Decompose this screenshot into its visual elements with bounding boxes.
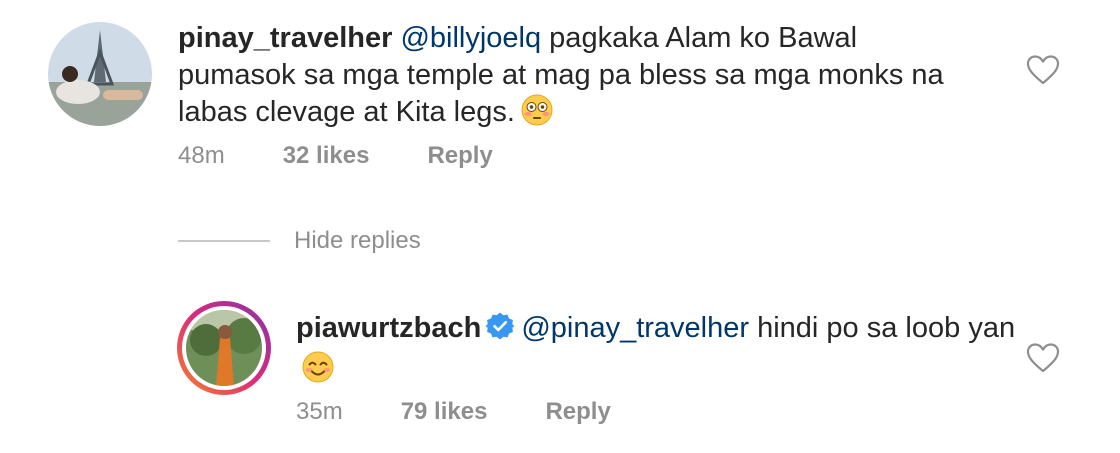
mention-link[interactable]: @billyjoelq: [400, 22, 541, 54]
mention-link[interactable]: @pinay_travelher: [521, 312, 749, 344]
likes-count[interactable]: 32 likes: [283, 142, 370, 170]
comment-time: 35m: [296, 398, 343, 425]
hide-replies-divider: [178, 240, 270, 242]
comment-username[interactable]: piawurtzbach: [296, 312, 481, 344]
reply-button[interactable]: Reply: [545, 398, 610, 426]
comment-body: hindi po sa loob yan: [749, 312, 1016, 344]
reply-button[interactable]: Reply: [427, 142, 492, 170]
hide-replies-button[interactable]: Hide replies: [294, 227, 421, 255]
comment-text: piawurtzbach @pinay_travelher hindi po s…: [296, 310, 1016, 393]
comment-meta: 35m 79 likes Reply: [296, 398, 611, 426]
comment-meta: 48m 32 likes Reply: [178, 142, 493, 170]
flushed-face-emoji-icon: [521, 94, 553, 136]
verified-badge-icon: [485, 311, 515, 351]
smiling-face-emoji-icon: [302, 351, 334, 393]
likes-count[interactable]: 79 likes: [401, 398, 488, 426]
heart-outline-icon[interactable]: [1026, 342, 1060, 379]
comment-time: 48m: [178, 142, 225, 169]
comment-username[interactable]: pinay_travelher: [178, 22, 392, 54]
heart-outline-icon[interactable]: [1026, 54, 1060, 91]
avatar-piawurtzbach[interactable]: [176, 300, 272, 396]
comment-text: pinay_travelher @billyjoelq pagkaka Alam…: [178, 20, 958, 136]
avatar-pinay-travelher[interactable]: [48, 22, 152, 126]
